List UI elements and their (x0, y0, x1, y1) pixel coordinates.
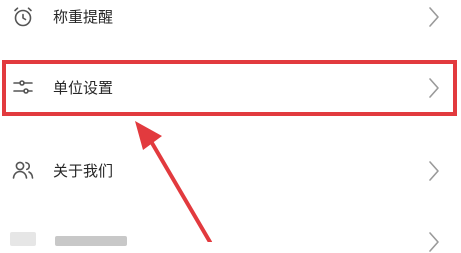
chevron-right-icon (427, 6, 441, 28)
settings-item-label: 单位设置 (53, 79, 114, 97)
obscured-icon (10, 232, 36, 246)
obscured-label (55, 236, 127, 246)
alarm-clock-icon (11, 5, 35, 29)
settings-page: 称重提醒 单位设置 关于我们 (0, 0, 461, 252)
settings-item-weigh-reminder[interactable]: 称重提醒 (0, 0, 461, 42)
settings-item-unit-settings[interactable]: 单位设置 (0, 60, 461, 116)
users-icon (11, 158, 35, 182)
chevron-right-icon (427, 160, 441, 182)
chevron-right-icon (427, 77, 441, 99)
chevron-right-icon (427, 231, 441, 253)
settings-item-about-us[interactable]: 关于我们 (0, 143, 461, 199)
settings-item-obscured[interactable] (0, 214, 461, 252)
sliders-icon (11, 76, 35, 100)
settings-item-label: 称重提醒 (53, 8, 114, 26)
settings-item-label: 关于我们 (53, 162, 114, 180)
